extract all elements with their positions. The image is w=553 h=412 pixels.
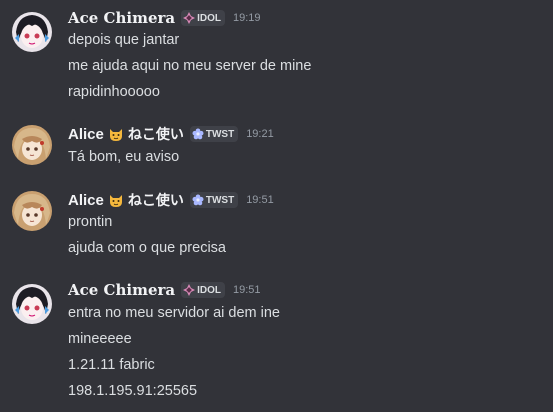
message-header: Alice ねこ使い TWST 19:51 xyxy=(68,190,274,210)
cat-face-icon xyxy=(108,126,124,142)
message-line: ajuda com o que precisa xyxy=(68,240,226,256)
username[interactable]: Ace Chimera xyxy=(68,281,175,299)
username-suffix[interactable]: ねこ使い xyxy=(128,124,184,144)
message-line: Tá bom, eu aviso xyxy=(68,149,180,165)
role-badge[interactable]: TWST xyxy=(189,192,239,208)
message-line: rapidinhooooo xyxy=(68,84,160,100)
message-header: Alice ねこ使い TWST 19:21 xyxy=(68,124,274,144)
diamond-sparkle-icon xyxy=(183,12,196,24)
message-header: Ace Chimera IDOL 19:51 xyxy=(68,280,261,300)
message-line: 198.1.195.91:25565 xyxy=(68,383,198,399)
message-line: 1.21.11 fabric xyxy=(68,357,155,373)
username[interactable]: Alice xyxy=(68,126,104,143)
role-badge[interactable]: IDOL xyxy=(181,282,226,298)
message-header: Ace Chimera IDOL 19:19 xyxy=(68,8,261,28)
username-suffix[interactable]: ねこ使い xyxy=(128,190,184,210)
flower-icon xyxy=(192,128,204,140)
message-line: depois que jantar xyxy=(68,32,180,48)
badge-label: IDOL xyxy=(197,284,222,296)
avatar[interactable] xyxy=(12,12,52,52)
timestamp[interactable]: 19:19 xyxy=(233,12,261,24)
message-line: mineeeee xyxy=(68,331,132,347)
timestamp[interactable]: 19:51 xyxy=(233,284,261,296)
avatar[interactable] xyxy=(12,191,52,231)
flower-icon xyxy=(192,194,204,206)
chat-message-list: Ace Chimera IDOL 19:19 depois que jantar… xyxy=(0,0,553,412)
role-badge[interactable]: IDOL xyxy=(181,10,226,26)
badge-label: IDOL xyxy=(197,12,222,24)
message-line: prontin xyxy=(68,214,113,230)
message-line: me ajuda aqui no meu server de mine xyxy=(68,58,312,74)
avatar[interactable] xyxy=(12,284,52,324)
diamond-sparkle-icon xyxy=(183,284,196,296)
timestamp[interactable]: 19:51 xyxy=(246,194,274,206)
username[interactable]: Ace Chimera xyxy=(68,9,175,27)
cat-face-icon xyxy=(108,192,124,208)
message-line: entra no meu servidor ai dem ine xyxy=(68,305,280,321)
badge-label: TWST xyxy=(205,128,235,140)
username[interactable]: Alice xyxy=(68,192,104,209)
timestamp[interactable]: 19:21 xyxy=(246,128,274,140)
badge-label: TWST xyxy=(205,194,235,206)
avatar[interactable] xyxy=(12,125,52,165)
role-badge[interactable]: TWST xyxy=(189,126,239,142)
